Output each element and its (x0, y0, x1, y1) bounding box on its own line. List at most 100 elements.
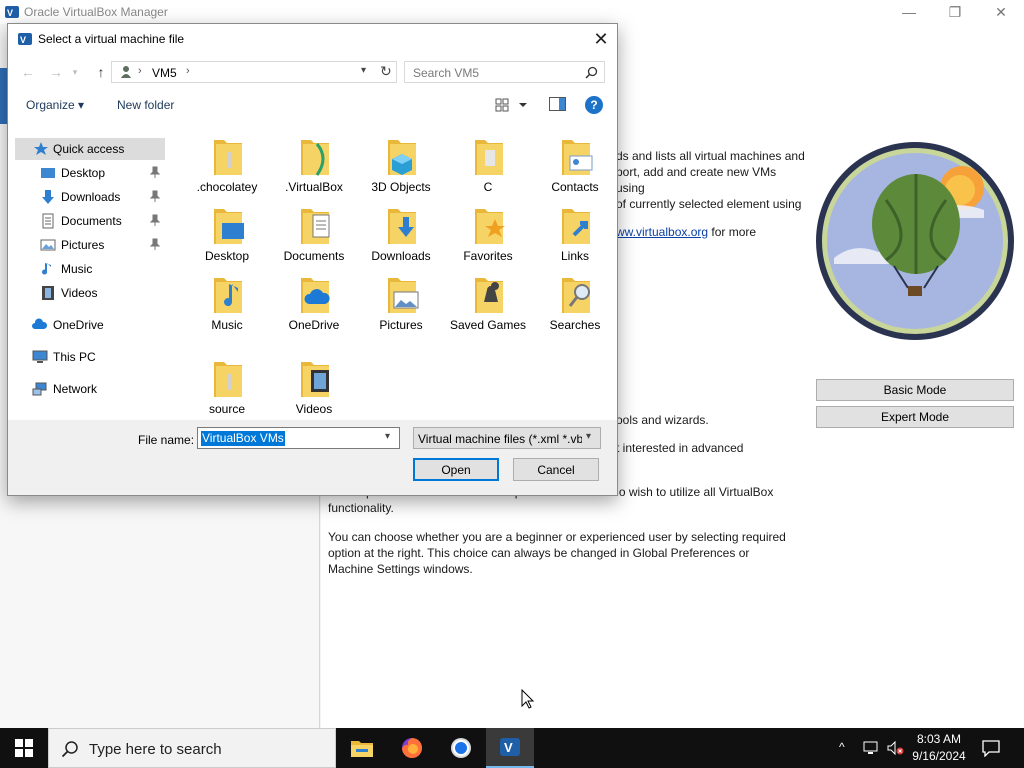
close-button[interactable]: ✕ (978, 0, 1024, 24)
maximize-button[interactable]: ❐ (932, 0, 978, 24)
filetype-select[interactable]: Virtual machine files (*.xml *.vbox) ▾ (413, 427, 601, 449)
nav-item-videos[interactable]: Videos (8, 282, 168, 304)
svg-text:V: V (504, 740, 513, 755)
change-view-icon[interactable] (494, 96, 530, 114)
file-item-chocolatey[interactable]: .chocolatey (184, 132, 270, 202)
help-button[interactable]: ? (585, 96, 603, 114)
file-label: Pictures (379, 318, 423, 332)
chevron-down-icon[interactable]: ▾ (586, 431, 591, 442)
file-item-documents[interactable]: Documents (271, 201, 357, 271)
file-label: Contacts (551, 180, 599, 194)
nav-label: Videos (61, 286, 98, 300)
searches-folder-icon (562, 278, 590, 313)
nav-item-quick-access[interactable]: Quick access (15, 138, 165, 160)
taskbar-chrome[interactable] (437, 728, 485, 768)
file-item-favorites[interactable]: Favorites (445, 201, 531, 271)
breadcrumb-separator[interactable]: › (186, 65, 190, 77)
nav-item-this-pc[interactable]: This PC (8, 346, 168, 368)
file-item-desktop[interactable]: Desktop (184, 201, 270, 271)
cancel-button[interactable]: Cancel (513, 458, 599, 481)
file-label: Searches (549, 318, 601, 332)
search-icon (585, 66, 598, 79)
notification-center-icon[interactable] (982, 739, 1000, 757)
downloads-folder-icon (388, 209, 416, 244)
forward-arrow-icon[interactable]: → (45, 62, 67, 82)
nav-label: Downloads (61, 190, 121, 204)
file-item-contacts[interactable]: Contacts (532, 132, 618, 202)
taskbar-firefox[interactable] (388, 728, 436, 768)
file-item-videos[interactable]: Videos (271, 354, 357, 424)
filename-input[interactable]: VirtualBox VMs ▾ (197, 427, 400, 449)
nav-item-desktop[interactable]: Desktop (8, 162, 168, 184)
firefox-icon (402, 738, 422, 758)
network-icon (32, 382, 47, 396)
open-button[interactable]: Open (413, 458, 499, 481)
filename-value[interactable]: VirtualBox VMs (201, 431, 285, 446)
file-item-3d-objects[interactable]: 3D Objects (358, 132, 444, 202)
mouse-cursor-icon (521, 689, 535, 709)
svg-text:V: V (20, 35, 26, 45)
file-item-music[interactable]: Music (184, 270, 270, 340)
virtualbox-website-link[interactable]: ww.virtualbox.org (616, 225, 708, 239)
organize-button[interactable]: Organize ▾ (26, 98, 84, 112)
file-item-c[interactable]: C (445, 132, 531, 202)
folder-icon (301, 140, 329, 176)
file-item-onedrive[interactable]: OneDrive (271, 270, 357, 340)
file-item-searches[interactable]: Searches (532, 270, 618, 340)
new-folder-button[interactable]: New folder (117, 98, 174, 112)
file-item-source[interactable]: source (184, 354, 270, 424)
volume-muted-icon[interactable] (886, 740, 904, 756)
refresh-icon[interactable]: ↻ (380, 63, 392, 80)
basic-mode-button[interactable]: Basic Mode (816, 379, 1014, 401)
breadcrumb-separator[interactable]: › (138, 65, 142, 77)
pictures-folder-icon (388, 278, 419, 313)
windows-logo-icon (15, 739, 33, 757)
chevron-down-icon[interactable]: ▾ (385, 431, 390, 442)
nav-label: OneDrive (53, 318, 104, 332)
filetype-value: Virtual machine files (*.xml *.vbox) (418, 432, 582, 446)
up-arrow-icon[interactable]: ↑ (90, 62, 112, 82)
clock-date[interactable]: 9/16/2024 (908, 749, 970, 763)
nav-item-pictures[interactable]: Pictures (8, 234, 168, 256)
file-item-pictures[interactable]: Pictures (358, 270, 444, 340)
breadcrumb-vm5[interactable]: VM5 (152, 66, 177, 80)
nav-label: Music (61, 262, 93, 276)
show-hidden-icons-chevron-icon[interactable]: ^ (839, 740, 845, 754)
dialog-close-button[interactable]: ✕ (588, 28, 614, 50)
virtualbox-logo-icon: V (5, 6, 19, 18)
taskbar-search-box[interactable]: Type here to search (48, 728, 336, 768)
minimize-button[interactable]: — (886, 0, 932, 24)
chevron-down-icon[interactable]: ▾ (361, 65, 366, 76)
preview-pane-icon[interactable] (549, 97, 566, 111)
file-item-virtualbox[interactable]: .VirtualBox (271, 132, 357, 202)
back-arrow-icon[interactable]: ← (17, 62, 39, 82)
file-item-links[interactable]: Links (532, 201, 618, 271)
start-button[interactable] (0, 728, 48, 768)
taskbar-virtualbox[interactable]: V (486, 728, 534, 768)
recent-locations-chevron-icon[interactable]: ▾ (68, 62, 82, 82)
file-item-saved-games[interactable]: Saved Games (445, 270, 531, 340)
nav-item-documents[interactable]: Documents (8, 210, 168, 232)
address-bar[interactable]: › VM5 › ▾ ↻ (111, 61, 397, 83)
search-input[interactable]: Search VM5 (404, 61, 605, 83)
welcome-paragraph-choice: You can choose whether you are a beginne… (328, 530, 786, 576)
nav-item-onedrive[interactable]: OneDrive (8, 314, 168, 336)
chrome-icon (451, 738, 471, 758)
taskbar-file-explorer[interactable] (338, 728, 386, 768)
nav-item-downloads[interactable]: Downloads (8, 186, 168, 208)
pin-icon (150, 214, 160, 226)
command-bar: Organize ▾ New folder ? (8, 90, 617, 118)
expert-mode-button[interactable]: Expert Mode (816, 406, 1014, 428)
nav-item-music[interactable]: Music (8, 258, 168, 280)
file-label: Desktop (204, 249, 250, 263)
nav-item-network[interactable]: Network (8, 378, 168, 400)
clock-time[interactable]: 8:03 AM (908, 732, 970, 746)
folder-icon (214, 140, 242, 175)
search-placeholder: Search VM5 (413, 66, 480, 80)
videos-folder-icon (301, 362, 329, 397)
network-tray-icon[interactable] (862, 740, 880, 756)
file-label: Videos (295, 402, 333, 416)
document-icon (42, 213, 54, 229)
file-label: Favorites (463, 249, 513, 263)
file-item-downloads[interactable]: Downloads (358, 201, 444, 271)
